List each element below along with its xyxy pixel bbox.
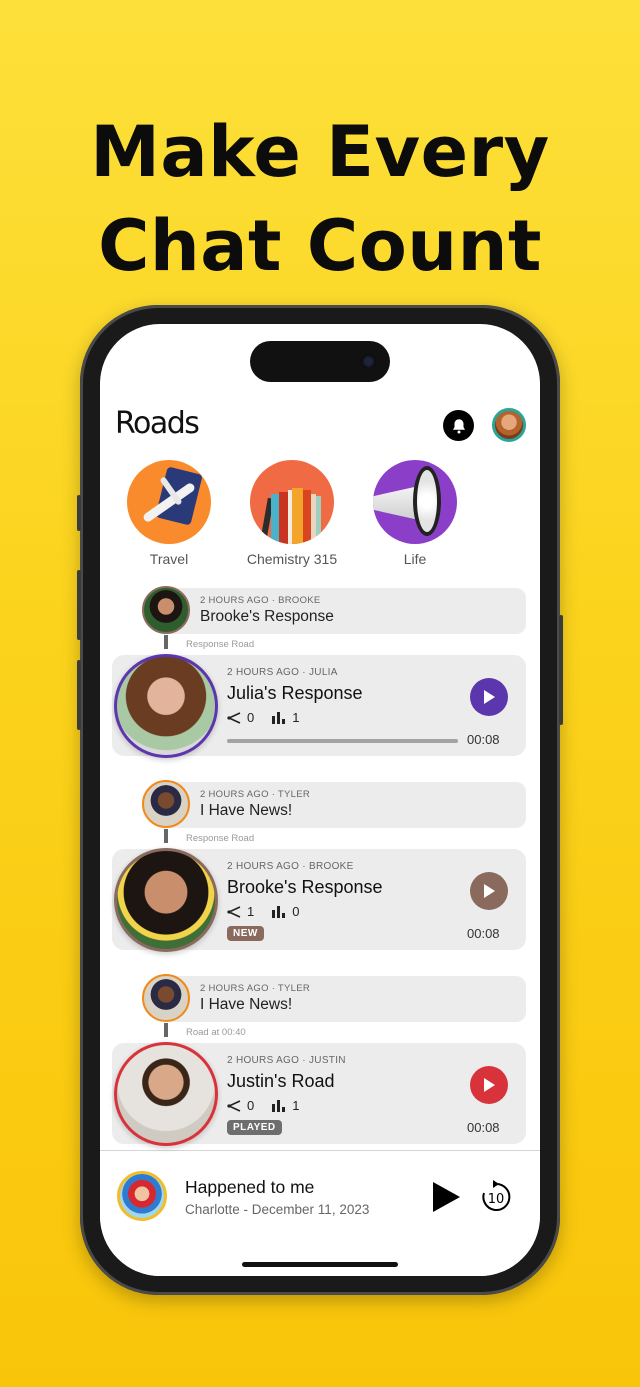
shares-stat: 0	[227, 710, 254, 725]
parent-avatar-tyler[interactable]	[142, 780, 190, 828]
post-meta: 2 HOURS AGO · TYLER	[200, 983, 311, 994]
home-indicator[interactable]	[242, 1262, 398, 1267]
thread-item: 2 HOURS AGO · BROOKE Brooke's Response R…	[100, 586, 540, 763]
headline-line-1: Make Every	[90, 111, 550, 193]
play-icon	[484, 1078, 495, 1092]
share-branch-icon	[227, 711, 241, 724]
post-stats: 0 1	[227, 1098, 317, 1113]
duration: 00:08	[467, 926, 500, 941]
now-playing-subtitle: Charlotte - December 11, 2023	[185, 1202, 370, 1217]
parent-avatar-tyler[interactable]	[142, 974, 190, 1022]
play-button[interactable]	[470, 872, 508, 910]
camera-icon	[361, 354, 376, 369]
parent-avatar-brooke[interactable]	[142, 586, 190, 634]
app-screen: Roads Travel Chemistry 315 Life 2 HOURS …	[100, 324, 540, 1276]
duration: 00:08	[467, 1120, 500, 1135]
mini-play-button[interactable]	[431, 1181, 461, 1218]
listens-stat: 1	[272, 1098, 299, 1113]
mini-player[interactable]: Happened to me Charlotte - December 11, …	[100, 1150, 540, 1276]
dynamic-island	[250, 341, 390, 382]
post-stats: 0 1	[227, 710, 317, 725]
volume-down-button	[77, 660, 81, 730]
post-stats: 1 0	[227, 904, 317, 919]
post-meta: 2 HOURS AGO · JUSTIN	[227, 1055, 346, 1066]
play-icon	[484, 690, 495, 704]
post-title: Julia's Response	[227, 683, 363, 703]
shares-count: 0	[247, 1098, 255, 1113]
post-title: I Have News!	[200, 802, 293, 819]
thread-item: 2 HOURS AGO · TYLER I Have News! Road at…	[100, 974, 540, 1151]
megaphone-icon	[373, 460, 457, 544]
shares-stat: 1	[227, 904, 254, 919]
app-logo: Roads	[115, 406, 200, 441]
bar-chart-icon	[272, 1099, 286, 1112]
listens-stat: 0	[272, 904, 299, 919]
category-list: Travel Chemistry 315 Life	[100, 460, 540, 570]
play-icon	[433, 1182, 460, 1212]
headline-line-2: Chat Count	[98, 205, 542, 287]
app-header: Roads	[100, 404, 540, 452]
skip-forward-10-icon: 10	[482, 1180, 511, 1211]
post-title: Brooke's Response	[227, 877, 383, 897]
volume-up-button	[77, 570, 81, 640]
bell-icon[interactable]	[443, 410, 474, 441]
listens-stat: 1	[272, 710, 299, 725]
skip-forward-10-button[interactable]: 10	[480, 1179, 512, 1218]
child-avatar-justin[interactable]	[114, 1042, 218, 1146]
thread-item: 2 HOURS AGO · TYLER I Have News! Respons…	[100, 780, 540, 957]
parent-post[interactable]: 2 HOURS AGO · BROOKE Brooke's Response	[160, 588, 526, 634]
share-branch-icon	[227, 1099, 241, 1112]
shares-count: 1	[247, 904, 255, 919]
shares-count: 0	[247, 710, 255, 725]
thread-connector	[164, 1023, 168, 1037]
phone-frame: Roads Travel Chemistry 315 Life 2 HOURS …	[77, 305, 563, 1295]
listens-count: 1	[292, 1098, 300, 1113]
thread-connector	[164, 829, 168, 843]
new-badge: NEW	[227, 926, 264, 941]
headline: Make Every Chat Count	[0, 105, 640, 293]
shares-stat: 0	[227, 1098, 254, 1113]
play-icon	[484, 884, 495, 898]
now-playing-title: Happened to me	[185, 1177, 315, 1197]
category-label: Travel	[149, 551, 189, 567]
books-icon	[250, 460, 334, 544]
child-avatar-brooke[interactable]	[114, 848, 218, 952]
post-meta: 2 HOURS AGO · TYLER	[200, 789, 311, 800]
airplane-passport-icon	[127, 460, 211, 544]
bar-chart-icon	[272, 905, 286, 918]
profile-avatar[interactable]	[492, 408, 526, 442]
play-button[interactable]	[470, 1066, 508, 1104]
post-title: Brooke's Response	[200, 608, 334, 625]
play-button[interactable]	[470, 678, 508, 716]
thread-connector	[164, 635, 168, 649]
post-meta: 2 HOURS AGO · BROOKE	[200, 595, 321, 606]
post-title: I Have News!	[200, 996, 293, 1013]
power-button	[559, 615, 563, 725]
duration: 00:08	[467, 732, 500, 747]
playback-progress-bar[interactable]	[227, 739, 458, 743]
road-label: Response Road	[186, 639, 255, 650]
parent-post[interactable]: 2 HOURS AGO · TYLER I Have News!	[160, 976, 526, 1022]
listens-count: 0	[292, 904, 300, 919]
category-life[interactable]: Life	[355, 460, 475, 567]
skip-label: 10	[488, 1192, 505, 1207]
post-meta: 2 HOURS AGO · JULIA	[227, 667, 338, 678]
now-playing-avatar	[117, 1171, 167, 1221]
played-badge: PLAYED	[227, 1120, 282, 1135]
post-meta: 2 HOURS AGO · BROOKE	[227, 861, 354, 872]
road-label: Road at 00:40	[186, 1027, 246, 1038]
parent-post[interactable]: 2 HOURS AGO · TYLER I Have News!	[160, 782, 526, 828]
action-button	[77, 495, 81, 531]
road-label: Response Road	[186, 833, 255, 844]
category-label: Life	[403, 551, 427, 567]
category-chemistry-315[interactable]: Chemistry 315	[232, 460, 352, 567]
child-avatar-julia[interactable]	[114, 654, 218, 758]
category-label: Chemistry 315	[246, 551, 338, 567]
post-title: Justin's Road	[227, 1071, 335, 1091]
bar-chart-icon	[272, 711, 286, 724]
listens-count: 1	[292, 710, 300, 725]
category-travel[interactable]: Travel	[109, 460, 229, 567]
share-branch-icon	[227, 905, 241, 918]
